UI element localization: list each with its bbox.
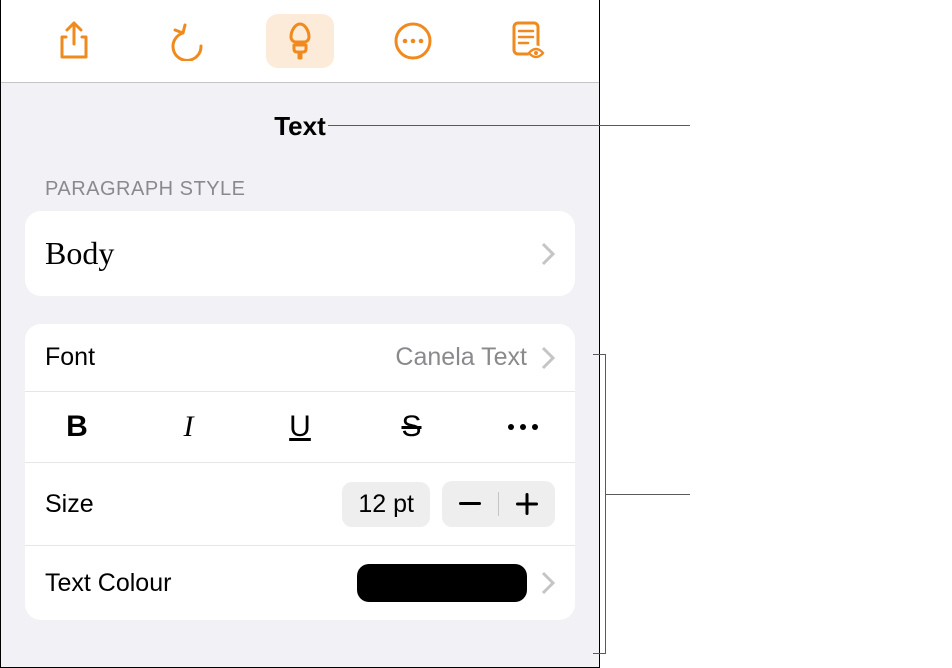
size-value[interactable]: 12 pt [342, 482, 430, 527]
format-button[interactable] [266, 14, 334, 68]
minus-icon [459, 502, 481, 506]
document-view-icon [507, 20, 545, 62]
format-panel: Text PARAGRAPH STYLE Body Font Canela Te… [1, 83, 599, 667]
plus-icon [516, 493, 538, 515]
undo-icon [167, 21, 207, 61]
chevron-right-icon [541, 571, 555, 595]
callout-line-font-card [605, 494, 690, 495]
ellipsis-icon [506, 422, 540, 432]
size-decrease-button[interactable] [442, 481, 498, 527]
text-colour-row[interactable]: Text Colour [25, 546, 575, 620]
font-row[interactable]: Font Canela Text [25, 324, 575, 392]
italic-button[interactable]: I [159, 406, 219, 448]
font-label: Font [45, 343, 395, 372]
font-value: Canela Text [395, 343, 527, 372]
chevron-right-icon [541, 346, 555, 370]
size-increase-button[interactable] [499, 481, 555, 527]
text-style-row: B I U S [25, 392, 575, 463]
bold-button[interactable]: B [47, 406, 107, 448]
more-button[interactable] [379, 14, 447, 68]
strikethrough-button[interactable]: S [382, 406, 442, 448]
font-settings-card: Font Canela Text B I U S Size 12 pt [25, 324, 575, 620]
paragraph-style-name: Body [45, 235, 114, 272]
size-stepper [442, 481, 555, 527]
callout-line-tab [328, 125, 690, 126]
format-brush-icon [281, 21, 319, 61]
size-label: Size [45, 490, 342, 519]
callout-bracket-top [593, 354, 605, 355]
callout-bracket-bottom [593, 653, 605, 654]
share-button[interactable] [40, 14, 108, 68]
undo-button[interactable] [153, 14, 221, 68]
underline-button[interactable]: U [270, 406, 330, 448]
callout-bracket-vertical [605, 354, 606, 654]
toolbar [1, 0, 599, 83]
text-colour-label: Text Colour [45, 569, 357, 598]
ellipsis-circle-icon [393, 21, 433, 61]
text-tab-title: Text [1, 83, 599, 178]
view-settings-button[interactable] [492, 14, 560, 68]
text-colour-swatch[interactable] [357, 564, 527, 602]
paragraph-style-label: PARAGRAPH STYLE [1, 178, 599, 201]
size-row: Size 12 pt [25, 463, 575, 546]
paragraph-style-selector[interactable]: Body [25, 211, 575, 296]
share-icon [57, 21, 91, 61]
more-text-options-button[interactable] [493, 406, 553, 448]
chevron-right-icon [541, 242, 555, 266]
